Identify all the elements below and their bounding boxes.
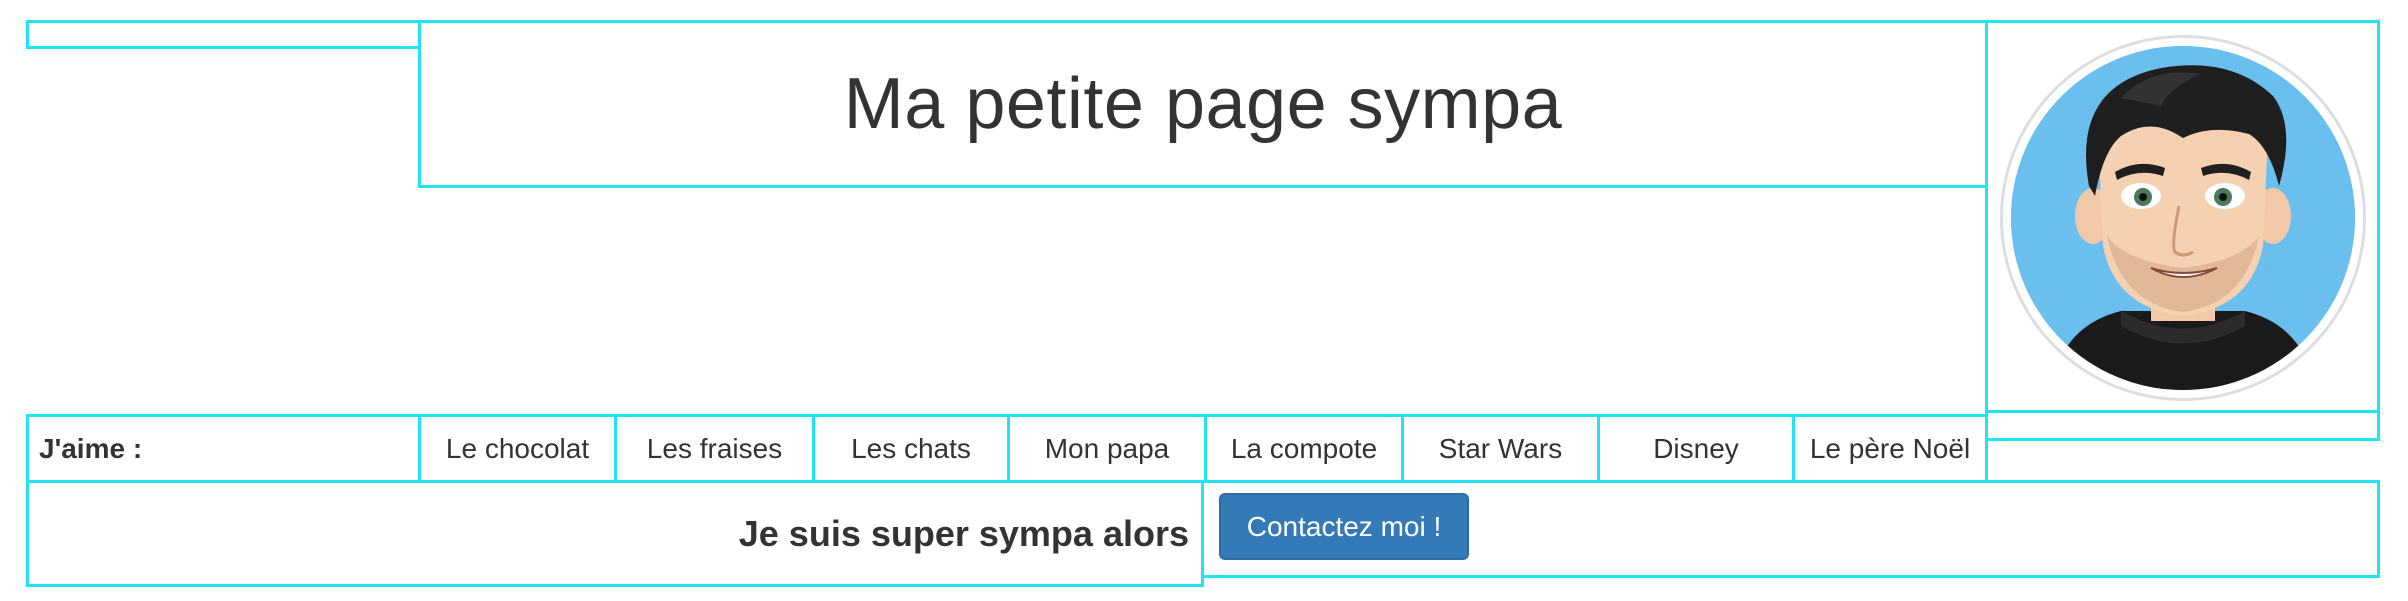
tagline: Je suis super sympa alors (26, 480, 1204, 587)
contact-button[interactable]: Contactez moi ! (1219, 493, 1469, 560)
cartoon-man-icon (2011, 46, 2355, 390)
like-item: Star Wars (1401, 414, 1600, 483)
like-item: Le père Noël (1792, 414, 1988, 483)
like-item: Les chats (812, 414, 1010, 483)
header-box: Ma petite page sympa (418, 20, 1988, 188)
avatar-column (1985, 20, 2380, 413)
avatar-bottom-strip (1985, 410, 2380, 441)
page-title: Ma petite page sympa (843, 64, 1563, 144)
like-item: Les fraises (614, 414, 815, 483)
likes-label: J'aime : (26, 414, 421, 483)
like-item: Le chocolat (418, 414, 617, 483)
top-left-strip (26, 20, 421, 49)
avatar-image-icon (2011, 46, 2355, 390)
like-item: La compote (1204, 414, 1404, 483)
contact-box: Contactez moi ! (1201, 480, 2380, 578)
avatar (2000, 35, 2366, 401)
like-item: Disney (1597, 414, 1795, 483)
like-item: Mon papa (1007, 414, 1207, 483)
